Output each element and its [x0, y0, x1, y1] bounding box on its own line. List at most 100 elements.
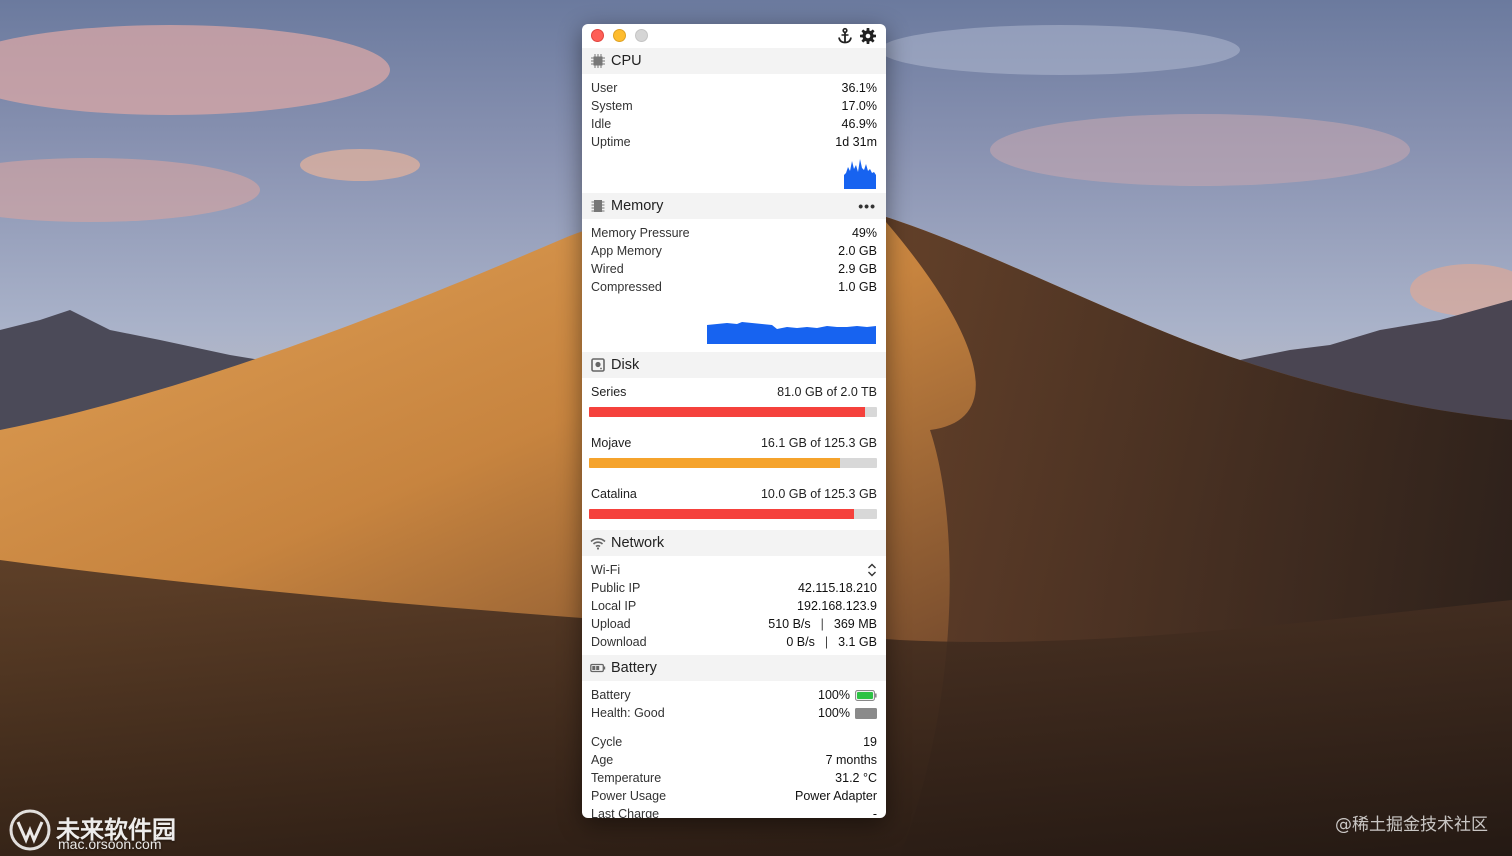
cpu-system-label: System: [591, 99, 633, 113]
battery-health-icon: [855, 707, 877, 719]
cpu-user-label: User: [591, 81, 618, 95]
battery-row-age: Age 7 months: [582, 751, 886, 769]
disk-mojave-bar: [589, 458, 877, 468]
disk-section-title: Disk: [611, 357, 640, 373]
chevron-up-down-icon[interactable]: [867, 563, 877, 577]
battery-row-health: Health: Good 100%: [582, 704, 886, 722]
download-separator: |: [824, 635, 829, 649]
disk-drive-icon: [591, 358, 605, 372]
disk-section-header[interactable]: Disk: [582, 352, 886, 378]
disk-mojave-name: Mojave: [591, 436, 632, 450]
network-row-public-ip: Public IP 42.115.18.210: [582, 579, 886, 597]
battery-cycle-value: 19: [863, 735, 877, 749]
close-button[interactable]: [591, 29, 604, 42]
network-interface-selector[interactable]: Wi-Fi: [582, 561, 886, 579]
cpu-chip-icon: [591, 54, 605, 68]
disk-mojave-bar-fill: [589, 458, 840, 468]
disk-catalina-name: Catalina: [591, 487, 637, 501]
battery-age-label: Age: [591, 753, 614, 767]
wifi-icon: [590, 537, 606, 550]
local-ip-value[interactable]: 192.168.123.9: [797, 599, 877, 613]
cpu-row-system: System 17.0%: [582, 97, 886, 115]
download-label: Download: [591, 635, 647, 649]
zoom-button[interactable]: [635, 29, 648, 42]
battery-power-usage-value: Power Adapter: [795, 789, 877, 803]
public-ip-label: Public IP: [591, 581, 641, 595]
battery-row-last-charge: Last Charge -: [582, 805, 886, 818]
cpu-section-header[interactable]: CPU: [582, 48, 886, 74]
minimize-button[interactable]: [613, 29, 626, 42]
memory-row-wired: Wired 2.9 GB: [582, 260, 886, 278]
cpu-uptime-value: 1d 31m: [835, 135, 877, 149]
memory-wired-label: Wired: [591, 262, 624, 276]
cpu-idle-value: 46.9%: [841, 117, 877, 131]
cpu-row-idle: Idle 46.9%: [582, 115, 886, 133]
disk-item-catalina: Catalina 10.0 GB of 125.3 GB: [582, 468, 886, 519]
disk-item-mojave: Mojave 16.1 GB of 125.3 GB: [582, 417, 886, 468]
disk-item-series: Series 81.0 GB of 2.0 TB: [582, 378, 886, 417]
upload-separator: |: [820, 617, 824, 631]
local-ip-label: Local IP: [591, 599, 637, 613]
cpu-uptime-label: Uptime: [591, 135, 631, 149]
disk-series-bar: [589, 407, 877, 417]
battery-last-charge-label: Last Charge: [591, 807, 660, 818]
battery-cycle-label: Cycle: [591, 735, 623, 749]
stats-panel: CPU User 36.1% System 17.0% Idle 46.9% U…: [582, 24, 886, 818]
network-section-header[interactable]: Network: [582, 530, 886, 556]
disk-series-usage: 81.0 GB of 2.0 TB: [777, 385, 877, 399]
memory-compressed-label: Compressed: [591, 280, 662, 294]
memory-app-label: App Memory: [591, 244, 662, 258]
disk-section-body: Series 81.0 GB of 2.0 TB Mojave 16.1 GB …: [582, 378, 886, 519]
battery-row-cycle: Cycle 19: [582, 733, 886, 751]
battery-age-value: 7 months: [825, 753, 877, 767]
watermark-site-url: mac.orsoon.com: [58, 836, 162, 852]
memory-chip-icon: [591, 200, 605, 212]
title-bar: [582, 24, 886, 48]
disk-mojave-usage: 16.1 GB of 125.3 GB: [760, 436, 877, 450]
memory-row-compressed: Compressed 1.0 GB: [582, 278, 886, 296]
battery-health-label: Health: Good: [591, 706, 665, 720]
cpu-system-value: 17.0%: [841, 99, 877, 113]
disk-series-name: Series: [591, 385, 627, 399]
cpu-idle-label: Idle: [591, 117, 612, 131]
memory-usage-graph: [707, 322, 876, 344]
memory-row-pressure: Memory Pressure 49%: [582, 224, 886, 242]
anchor-icon[interactable]: [836, 27, 854, 45]
cpu-section-title: CPU: [611, 53, 642, 69]
upload-rate: 510 B/s: [768, 617, 811, 631]
memory-section-header[interactable]: Memory •••: [582, 193, 886, 219]
gear-icon[interactable]: [859, 27, 877, 45]
battery-level-label: Battery: [591, 688, 631, 702]
battery-row-power-usage: Power Usage Power Adapter: [582, 787, 886, 805]
cpu-user-value: 36.1%: [841, 81, 877, 95]
disk-series-bar-fill: [589, 407, 866, 417]
memory-pressure-label: Memory Pressure: [591, 226, 690, 240]
memory-row-app: App Memory 2.0 GB: [582, 242, 886, 260]
network-row-local-ip: Local IP 192.168.123.9: [582, 597, 886, 615]
battery-section-header[interactable]: Battery: [582, 655, 886, 681]
memory-compressed-value: 1.0 GB: [838, 280, 877, 294]
upload-total: 369 MB: [833, 617, 877, 631]
memory-section-title: Memory: [611, 198, 664, 214]
memory-wired-value: 2.9 GB: [838, 262, 877, 276]
memory-pressure-value: 49%: [851, 226, 877, 240]
battery-health-value: 100%: [818, 706, 850, 720]
memory-section-body: Memory Pressure 49% App Memory 2.0 GB Wi…: [582, 219, 886, 346]
network-interface-name: Wi-Fi: [591, 563, 621, 577]
watermark-author: @稀土掘金技术社区: [1335, 815, 1488, 835]
cpu-row-uptime: Uptime 1d 31m: [582, 133, 886, 151]
battery-section-icon: [590, 663, 606, 673]
battery-section-title: Battery: [611, 660, 657, 676]
cpu-usage-graph: [844, 159, 876, 189]
battery-last-charge-value: -: [872, 807, 877, 818]
more-options-button[interactable]: •••: [858, 198, 876, 214]
network-section-body: Wi-Fi Public IP 42.115.18.210 Local IP 1…: [582, 556, 886, 651]
network-row-download: Download 0 B/s | 3.1 GB: [582, 633, 886, 651]
battery-power-usage-label: Power Usage: [591, 789, 667, 803]
public-ip-value[interactable]: 42.115.18.210: [798, 581, 877, 595]
battery-level-value: 100%: [818, 688, 850, 702]
battery-row-temperature: Temperature 31.2 °C: [582, 769, 886, 787]
cpu-row-user: User 36.1%: [582, 79, 886, 97]
download-total: 3.1 GB: [838, 635, 877, 649]
battery-level-icon: [855, 689, 877, 701]
